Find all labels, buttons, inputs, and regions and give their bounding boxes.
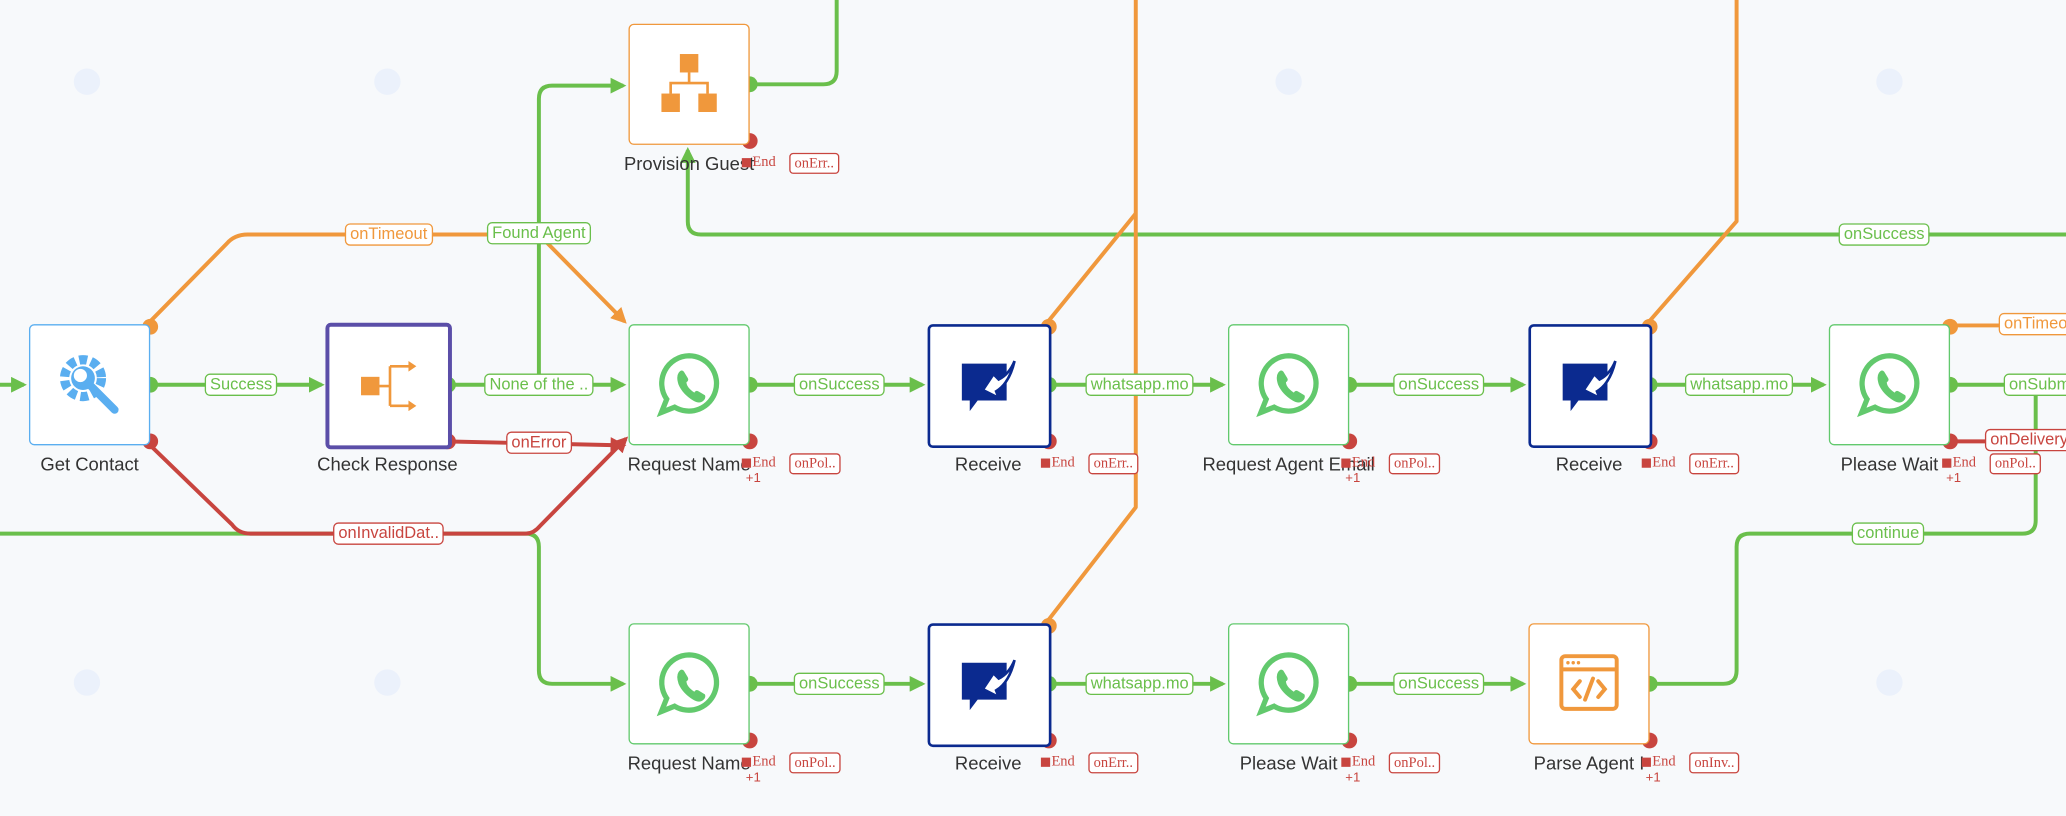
node-request-agent-email[interactable] — [1228, 324, 1350, 446]
node-check-response[interactable] — [325, 322, 452, 450]
end-tag[interactable]: onPol.. — [1388, 752, 1441, 774]
end-marker-icon — [741, 458, 752, 468]
node-request-name[interactable] — [628, 623, 750, 745]
edge-label-ontimeo[interactable]: onTimeo — [1998, 312, 2066, 336]
connection-line[interactable] — [1644, 0, 1739, 327]
end-tag[interactable]: onErr.. — [1088, 752, 1139, 774]
connection-line[interactable] — [749, 0, 839, 87]
connection-line[interactable] — [0, 531, 627, 692]
more-count: +1 — [1345, 471, 1361, 487]
end-label: End — [1051, 454, 1075, 471]
canvas-grid-dot — [374, 68, 401, 95]
end-tag[interactable]: onPol.. — [1989, 453, 2042, 475]
canvas-grid-dot — [374, 669, 401, 696]
node-label: Get Contact — [40, 453, 139, 475]
canvas-grid-dot — [1876, 669, 1903, 696]
node-provision-guest[interactable] — [628, 23, 750, 145]
end-tag[interactable]: onErr.. — [789, 152, 840, 174]
edge-label-oninvaliddat[interactable]: onInvalidDat.. — [333, 522, 445, 545]
end-label: End — [1351, 454, 1376, 471]
edge-label-continue[interactable]: continue — [1851, 522, 1925, 545]
end-marker-icon — [1040, 757, 1051, 767]
end-marker-icon — [741, 158, 752, 168]
node-label: Check Response — [317, 453, 458, 475]
gear-wrench-icon — [54, 349, 125, 420]
whatsapp-icon — [654, 648, 725, 719]
end-marker-icon — [1341, 458, 1351, 468]
end-marker-icon — [1040, 458, 1051, 468]
edge-label-whatsappmo[interactable]: whatsapp.mo — [1085, 373, 1194, 396]
org-chart-icon — [654, 49, 725, 120]
code-window-icon — [1553, 648, 1624, 719]
end-marker-icon — [1942, 458, 1952, 468]
end-tag[interactable]: onPol.. — [789, 453, 841, 475]
whatsapp-icon — [654, 349, 725, 420]
end-marker-icon — [741, 757, 752, 767]
whatsapp-icon — [1253, 349, 1324, 420]
edge-label-ontimeout[interactable]: onTimeout — [344, 223, 433, 246]
node-receive[interactable] — [927, 623, 1052, 748]
end-tag[interactable]: onErr.. — [1088, 453, 1139, 475]
node-please-wait[interactable] — [1228, 623, 1350, 745]
end-marker-icon — [1341, 757, 1351, 767]
edge-label-noneofthe[interactable]: None of the .. — [484, 373, 594, 396]
receive-message-icon — [954, 650, 1025, 721]
edge-label-ondelivery[interactable]: onDelivery — [1984, 428, 2066, 452]
end-tag[interactable]: onErr.. — [1689, 453, 1740, 475]
node-request-name[interactable] — [628, 324, 750, 446]
edge-label-whatsappmo[interactable]: whatsapp.mo — [1684, 373, 1794, 396]
end-label: End — [1952, 454, 1977, 471]
connection-line[interactable] — [144, 232, 627, 327]
more-count: +1 — [745, 471, 761, 487]
canvas-grid-dot — [73, 68, 101, 95]
end-marker-icon — [1641, 757, 1651, 767]
more-count: +1 — [1345, 770, 1361, 786]
end-label: End — [1351, 753, 1376, 770]
node-parse-agent-i[interactable] — [1528, 623, 1650, 745]
end-label: End — [752, 753, 776, 770]
receive-message-icon — [954, 350, 1025, 421]
end-label: End — [1652, 753, 1676, 770]
canvas-grid-dot — [1275, 68, 1302, 95]
node-get-contact[interactable] — [28, 324, 151, 446]
edge-label-onsuccess[interactable]: onSuccess — [1393, 672, 1485, 696]
edge-label-whatsappmo[interactable]: whatsapp.mo — [1085, 672, 1194, 696]
whatsapp-icon — [1253, 648, 1324, 719]
edge-label-onerror[interactable]: onError — [506, 431, 572, 454]
end-label: End — [1652, 454, 1676, 471]
node-receive[interactable] — [927, 324, 1052, 448]
more-count: +1 — [745, 770, 761, 786]
edge-label-onsubm[interactable]: onSubm — [2003, 373, 2066, 396]
edge-label-onsuccess[interactable]: onSuccess — [793, 373, 885, 396]
edge-label-success[interactable]: Success — [204, 373, 278, 396]
end-marker-icon — [1641, 458, 1651, 468]
connection-line[interactable] — [679, 147, 2066, 237]
end-label: End — [1051, 753, 1075, 770]
end-tag[interactable]: onPol.. — [1388, 453, 1441, 475]
edge-label-foundagent[interactable]: Found Agent — [486, 222, 591, 245]
more-count: +1 — [1645, 770, 1661, 786]
connection-line[interactable] — [1043, 212, 1138, 327]
edge-label-onsuccess[interactable]: onSuccess — [1838, 223, 1930, 246]
more-count: +1 — [1946, 471, 1962, 487]
edge-label-onsuccess[interactable]: onSuccess — [1393, 373, 1485, 396]
branch-icon — [353, 350, 424, 421]
node-please-wait[interactable] — [1828, 324, 1951, 446]
connection-line[interactable] — [1043, 0, 1138, 626]
end-label: End — [752, 154, 776, 170]
node-receive[interactable] — [1528, 324, 1653, 448]
end-label: End — [752, 454, 776, 471]
canvas-grid-dot — [73, 669, 101, 696]
flow-canvas[interactable]: Success None of the .. Found Agent onSucces… — [0, 0, 2066, 816]
edge-label-onsuccess[interactable]: onSuccess — [793, 672, 885, 696]
canvas-grid-dot — [1876, 68, 1903, 95]
end-tag[interactable]: onPol.. — [789, 752, 841, 774]
receive-message-icon — [1555, 350, 1626, 421]
whatsapp-icon — [1854, 349, 1925, 420]
end-tag[interactable]: onInv.. — [1689, 752, 1740, 774]
